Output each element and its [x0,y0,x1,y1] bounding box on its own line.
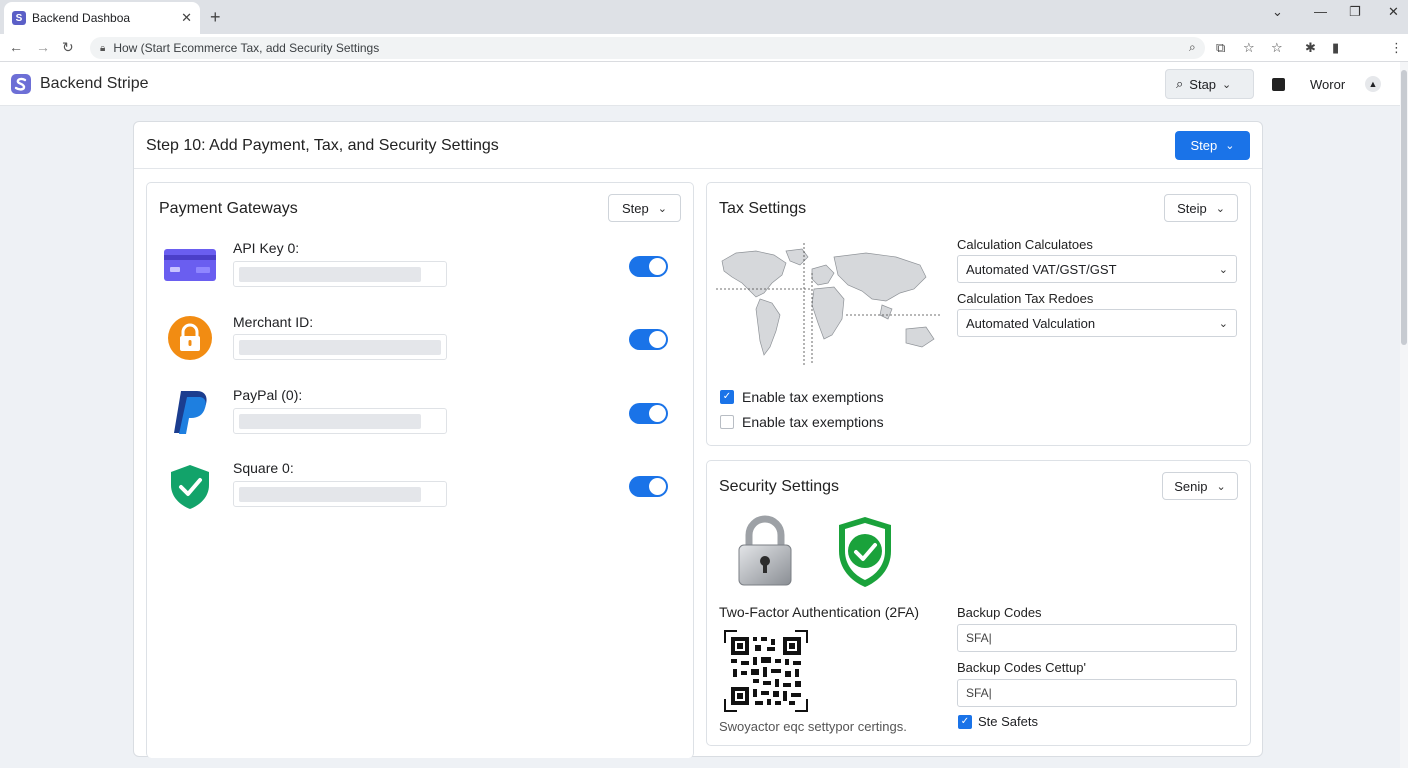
tax-settings-panel: Tax Settings Steip ⌄ Calculation Calcula… [706,182,1251,446]
checkbox-checked[interactable]: ✓ [958,714,972,729]
reload-icon[interactable]: ↻ [62,39,74,56]
tab-close-icon[interactable]: ✕ [181,10,192,26]
step-button-label: Step [1190,138,1218,153]
forward-icon[interactable]: → [36,39,50,55]
world-map-icon [716,243,942,365]
settings-card: Step 10: Add Payment, Tax, and Security … [133,121,1263,758]
menu-kebab-icon[interactable]: ⋮ [1390,40,1403,56]
payment-gateways-title: Payment Gateways [159,200,298,217]
gateway-label: Merchant ID: [233,314,314,330]
paypal-icon [174,391,207,434]
search-icon: ⌕ [1176,76,1184,91]
square-field[interactable] [233,481,447,507]
api-key-field[interactable] [233,261,447,287]
new-tab-button[interactable]: + [210,7,221,28]
checkbox-label: Enable tax exemptions [742,389,884,405]
merchant-id-field[interactable] [233,334,447,360]
step-button[interactable]: Step ⌄ [1175,131,1250,160]
chevron-down-icon: ⌄ [1218,317,1228,330]
tax-exemption-row-1[interactable]: ✓ Enable tax exemptions [720,389,884,405]
gateway-toggle[interactable] [629,403,668,424]
stripe-logo-icon [11,74,31,94]
gateway-toggle[interactable] [629,329,668,350]
checkbox-label: Ste Safets [978,714,1038,729]
checkbox-checked[interactable]: ✓ [720,390,734,404]
payment-gateways-panel: Payment Gateways Step ⌄ API Key 0: Merch… [146,182,694,758]
favicon-icon: S [12,11,26,25]
shield-check-icon [839,517,891,587]
header-dropdown-label: Stap [1189,76,1217,92]
back-icon[interactable]: ← [9,39,23,55]
page-title: Step 10: Add Payment, Tax, and Security … [146,137,499,154]
chevron-down-icon: ⌄ [1225,140,1235,152]
notification-icon[interactable] [1272,78,1285,91]
browser-tabbar: S Backend Dashboa ✕ + ⌄ — ❐ ✕ [0,0,1408,34]
browser-tab[interactable]: S Backend Dashboa ✕ [4,2,200,34]
gateway-toggle[interactable] [629,476,668,497]
backup-codes-input[interactable]: SFA| [957,624,1237,652]
backup-setup-input[interactable]: SFA| [957,679,1237,707]
minimize-button[interactable]: — [1314,4,1327,19]
app-name: Backend Stripe [40,75,149,92]
browser-toolbar: ← → ↻ 🔒︎ How (Start Ecommerce Tax, add S… [0,34,1408,91]
divider [134,168,1262,169]
gateway-label: Square 0: [233,460,294,476]
twofa-caption: Swoyactor eqc settypor certings. [719,719,907,734]
security-settings-panel: Security Settings Senip ⌄ Two-Factor Aut… [706,460,1251,746]
shield-check-icon [171,465,209,509]
tab-title: Backend Dashboa [32,11,131,25]
sidebar-icon[interactable]: ▮ [1332,40,1339,56]
twofa-label: Two-Factor Authentication (2FA) [719,604,919,620]
chevron-down-icon: ⌄ [1216,480,1226,493]
select-value: Automated Valculation [966,315,1096,331]
scrollbar-thumb[interactable] [1401,70,1407,345]
close-window-button[interactable]: ✕ [1388,4,1399,20]
checkbox-unchecked[interactable] [720,415,734,429]
gateway-label: PayPal (0): [233,387,303,403]
calculation-select[interactable]: Automated VAT/GST/GST ⌄ [957,255,1237,283]
calc-label: Calculation Calculatoes [957,237,1093,252]
header-dropdown[interactable]: ⌕ Stap ⌄ [1165,69,1254,99]
bookmark-star-icon[interactable]: ☆ [1243,40,1255,56]
chevron-down-icon: ⌄ [657,202,667,215]
dropdown-label: Senip [1174,478,1208,494]
qr-code-icon [723,629,809,713]
address-text: How (Start Ecommerce Tax, add Security S… [113,41,380,55]
share-icon[interactable]: ⧉ [1216,40,1225,56]
paypal-field[interactable] [233,408,447,434]
gateway-label: API Key 0: [233,240,300,256]
backup-setup-label: Backup Codes Cettup' [957,660,1086,675]
payment-step-dropdown[interactable]: Step ⌄ [608,194,681,222]
tax-rates-select[interactable]: Automated Valculation ⌄ [957,309,1237,337]
padlock-icon [738,515,792,586]
gateway-toggle[interactable] [629,256,668,277]
rates-label: Calculation Tax Redoes [957,291,1094,306]
tax-settings-title: Tax Settings [719,200,807,217]
chevron-down-icon: ⌄ [1215,202,1225,215]
chevron-down-icon: ⌄ [1218,263,1228,276]
tax-exemption-row-2[interactable]: Enable tax exemptions [720,414,884,430]
extensions-icon[interactable]: ✱ [1305,40,1316,56]
address-bar[interactable]: 🔒︎ How (Start Ecommerce Tax, add Securit… [90,37,1205,59]
tab-search-icon[interactable]: ⌄ [1272,4,1283,20]
security-settings-title: Security Settings [719,478,840,495]
user-menu-icon[interactable]: ▲ [1365,76,1381,92]
maximize-button[interactable]: ❐ [1349,4,1361,20]
security-step-dropdown[interactable]: Senip ⌄ [1162,472,1238,500]
dropdown-label: Step [622,200,649,216]
reading-list-icon[interactable]: ☆ [1271,40,1283,56]
dropdown-label: Steip [1177,200,1207,216]
chevron-down-icon: ⌄ [1222,78,1232,91]
site-info-icon[interactable]: 🔒︎ [100,43,105,54]
padlock-icon [168,316,212,360]
tax-step-dropdown[interactable]: Steip ⌄ [1164,194,1238,222]
safe-checkbox-row[interactable]: ✓ Ste Safets [958,714,1038,729]
header-user-text[interactable]: Woror [1310,77,1345,92]
zoom-icon[interactable]: ⌕ [1189,40,1196,55]
credit-card-icon [164,249,216,281]
backup-codes-label: Backup Codes [957,605,1042,620]
app-header: Backend Stripe ⌕ Stap ⌄ Woror ▲ [0,62,1408,106]
select-value: Automated VAT/GST/GST [966,261,1117,277]
checkbox-label: Enable tax exemptions [742,414,884,430]
